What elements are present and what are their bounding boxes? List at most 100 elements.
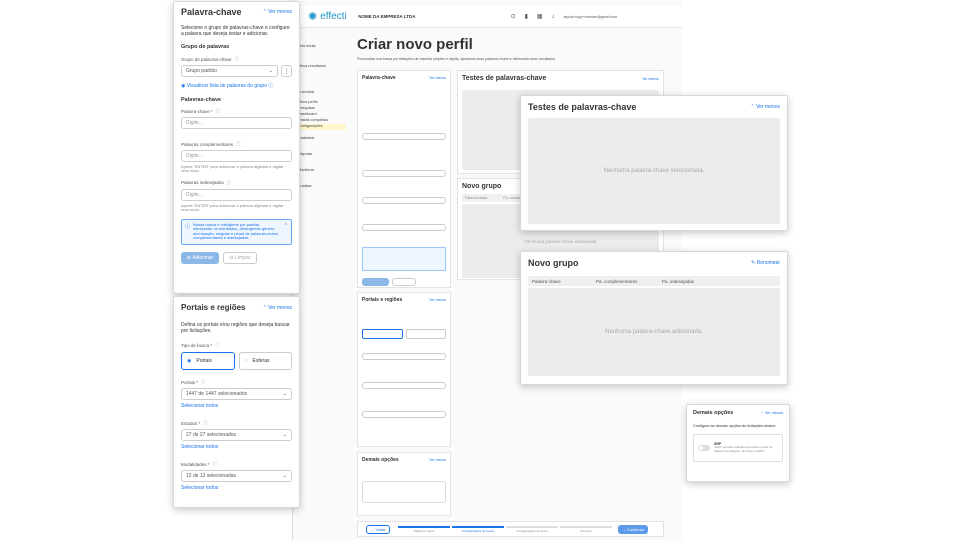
mini-states-select[interactable]: [362, 382, 446, 389]
mini-other-title: Demais opções: [362, 457, 399, 463]
undesired-input[interactable]: Digite...: [181, 188, 292, 201]
mini-srp-box: [362, 481, 446, 503]
portals-desc: Defina os portais e/ou regiões que desej…: [181, 322, 290, 334]
chevron-up-icon[interactable]: ⌃: [284, 223, 288, 229]
mini-radio-spheres[interactable]: [405, 329, 446, 339]
indes-label: Palavras indesejadas: [181, 180, 224, 186]
portals-select-value: 1447 de 1447 selecionados: [186, 391, 248, 397]
tests-toggle-label: Ver menos: [756, 104, 780, 110]
tests-panel-toggle[interactable]: ⌃ Ver menos: [751, 104, 781, 110]
radio-portals-label: Portais: [196, 358, 212, 364]
stepper-bar: ← Voltar Palavras-chave Configurações de…: [357, 521, 664, 537]
keyword-input[interactable]: Digite...: [181, 117, 292, 129]
view-list-label: Visualizar lista de palavras do grupo: [186, 82, 267, 89]
page-subtitle: Personalize sua busca por licitações de …: [357, 57, 557, 61]
back-button[interactable]: ← Voltar: [366, 524, 390, 534]
logo-text: effecti: [320, 11, 347, 22]
mini-group-select[interactable]: [362, 133, 446, 140]
group-empty-text: Nenhuma palavra-chave adicionada.: [605, 329, 703, 335]
type-label: Tipo de busca *: [181, 342, 213, 348]
mod-select-all[interactable]: Selecionar todos: [181, 485, 292, 491]
srp-toggle[interactable]: [698, 444, 710, 451]
sidebar-item-analyze[interactable]: Analisar: [298, 184, 346, 198]
indes-placeholder: Digite...: [186, 191, 203, 198]
mod-select-value: 12 de 12 selecionadas: [186, 473, 237, 479]
view-group-list-link[interactable]: ◉ Visualizar lista de palavras do grupo …: [181, 82, 292, 90]
mini-add-button[interactable]: [362, 278, 389, 286]
portals-label: Portais *: [181, 379, 199, 385]
states-select[interactable]: 27 de 27 selecionados ⌄: [181, 429, 292, 441]
mini-group-empty: Nenhuma palavra-chave adicionada: [524, 238, 597, 244]
keyword-form-mini: Palavra-chave Ver menos: [357, 70, 451, 288]
chevron-down-icon: ⌄: [268, 68, 273, 74]
sidebar-item-find[interactable]: Encontrar: [298, 90, 346, 100]
mini-mod-select[interactable]: [362, 411, 446, 418]
portals-select[interactable]: 1447 de 1447 selecionados ⌄: [181, 388, 292, 400]
clear-button[interactable]: ⊖ Limpar: [223, 251, 257, 264]
portals-panel-toggle[interactable]: ⌃ Ver menos: [263, 305, 293, 311]
grid-icon[interactable]: ▦: [537, 13, 543, 20]
srp-desc: Incluir apenas unidades que fazem parte …: [714, 445, 773, 453]
info-icon: ⓘ: [267, 83, 274, 89]
back-label: Voltar: [375, 526, 386, 532]
radio-portals[interactable]: ◉ Portais: [181, 352, 235, 370]
mini-radio-portals[interactable]: [362, 329, 403, 339]
mini-comp-input[interactable]: [362, 197, 446, 204]
other-mini: Demais opções Ver menos: [357, 452, 451, 516]
continue-button[interactable]: → Continuar: [618, 524, 648, 534]
sidebar-item-monitor[interactable]: Monitorar: [298, 168, 346, 182]
mini-other-toggle[interactable]: Ver menos: [429, 458, 446, 462]
col-complementary: Pa. complementares: [596, 278, 638, 284]
srp-option: SRP Incluir apenas unidades que fazem pa…: [693, 433, 783, 462]
mini-portals-toggle[interactable]: Ver menos: [429, 298, 446, 302]
help-circle-icon: ⓘ: [212, 461, 218, 466]
sidebar-item-register[interactable]: Cadastrar: [298, 136, 346, 150]
mini-kw-input[interactable]: [362, 170, 446, 177]
group-heading: Grupo de palavras: [181, 44, 230, 50]
mini-clear-button[interactable]: [392, 278, 416, 286]
bell-icon[interactable]: ♪: [552, 14, 555, 20]
chevron-down-icon: ⌄: [282, 432, 287, 438]
other-panel-toggle[interactable]: ⌃ Ver menos: [761, 411, 783, 416]
mini-indes-input[interactable]: [362, 224, 446, 231]
comp-placeholder: Digite...: [186, 153, 203, 159]
sidebar-item-settings[interactable]: Configurações: [298, 124, 346, 130]
other-desc: Configure as demais opções de licitações…: [693, 424, 777, 428]
mini-portals-select[interactable]: [362, 353, 446, 360]
complementary-input[interactable]: Digite...: [181, 150, 292, 162]
group-select-value: Grupo padrão: [186, 68, 217, 74]
mini-kw-title: Palavra-chave: [362, 75, 396, 81]
group-select[interactable]: Grupo padrão ⌄: [181, 65, 278, 77]
kw-label: Palavra-chave *: [181, 108, 213, 114]
step-4: Resumo: [560, 525, 612, 533]
help-circle-icon: ⓘ: [226, 179, 232, 185]
mini-info: [362, 247, 446, 271]
group-more-button[interactable]: ⋮: [281, 65, 292, 77]
help-icon[interactable]: ⊙: [511, 13, 516, 20]
states-select-all[interactable]: Selecionar todos: [181, 444, 292, 450]
company-name[interactable]: NOME DA EMPRESA LTDA: [358, 14, 415, 19]
tests-empty-text: Nenhuma palavra-chave selecionada.: [603, 168, 705, 174]
radio-checked-icon: ◉: [187, 358, 192, 364]
portals-select-all[interactable]: Selecionar todos: [181, 403, 292, 409]
chart-icon[interactable]: ▮: [525, 13, 528, 20]
modalities-select[interactable]: 12 de 12 selecionadas ⌄: [181, 470, 292, 482]
rename-button[interactable]: ✎ Renomear: [751, 260, 780, 266]
sidebar-item-home[interactable]: Tela inicial: [298, 44, 346, 58]
kw-heading: Palavras-chave: [181, 97, 222, 103]
radio-spheres[interactable]: ○ Esferas: [238, 352, 292, 370]
user-email[interactable]: layout+copy+reviewer@gmail.com: [564, 15, 618, 19]
mini-tests-toggle[interactable]: Ver menos: [642, 77, 659, 81]
clear-label: Limpar: [235, 254, 251, 261]
smart-search-info: ⓘ Nossa busca é inteligente por padrão, …: [181, 218, 292, 245]
mini-col-kw: Palavra-chave: [465, 196, 488, 200]
page-title: Criar novo perfil: [357, 36, 473, 53]
keyword-panel-toggle[interactable]: ⌃ Ver menos: [263, 9, 293, 15]
mini-kw-toggle[interactable]: Ver menos: [429, 76, 446, 80]
comp-label: Palavras complementares: [181, 141, 234, 147]
sidebar-item-dispute[interactable]: Disputar: [298, 152, 346, 166]
add-button[interactable]: ⊕ Adicionar: [181, 251, 219, 264]
states-select-value: 27 de 27 selecionados: [186, 432, 237, 438]
sidebar-item-results[interactable]: Meus resultados: [298, 64, 346, 78]
logo-icon: ✺: [308, 11, 318, 23]
